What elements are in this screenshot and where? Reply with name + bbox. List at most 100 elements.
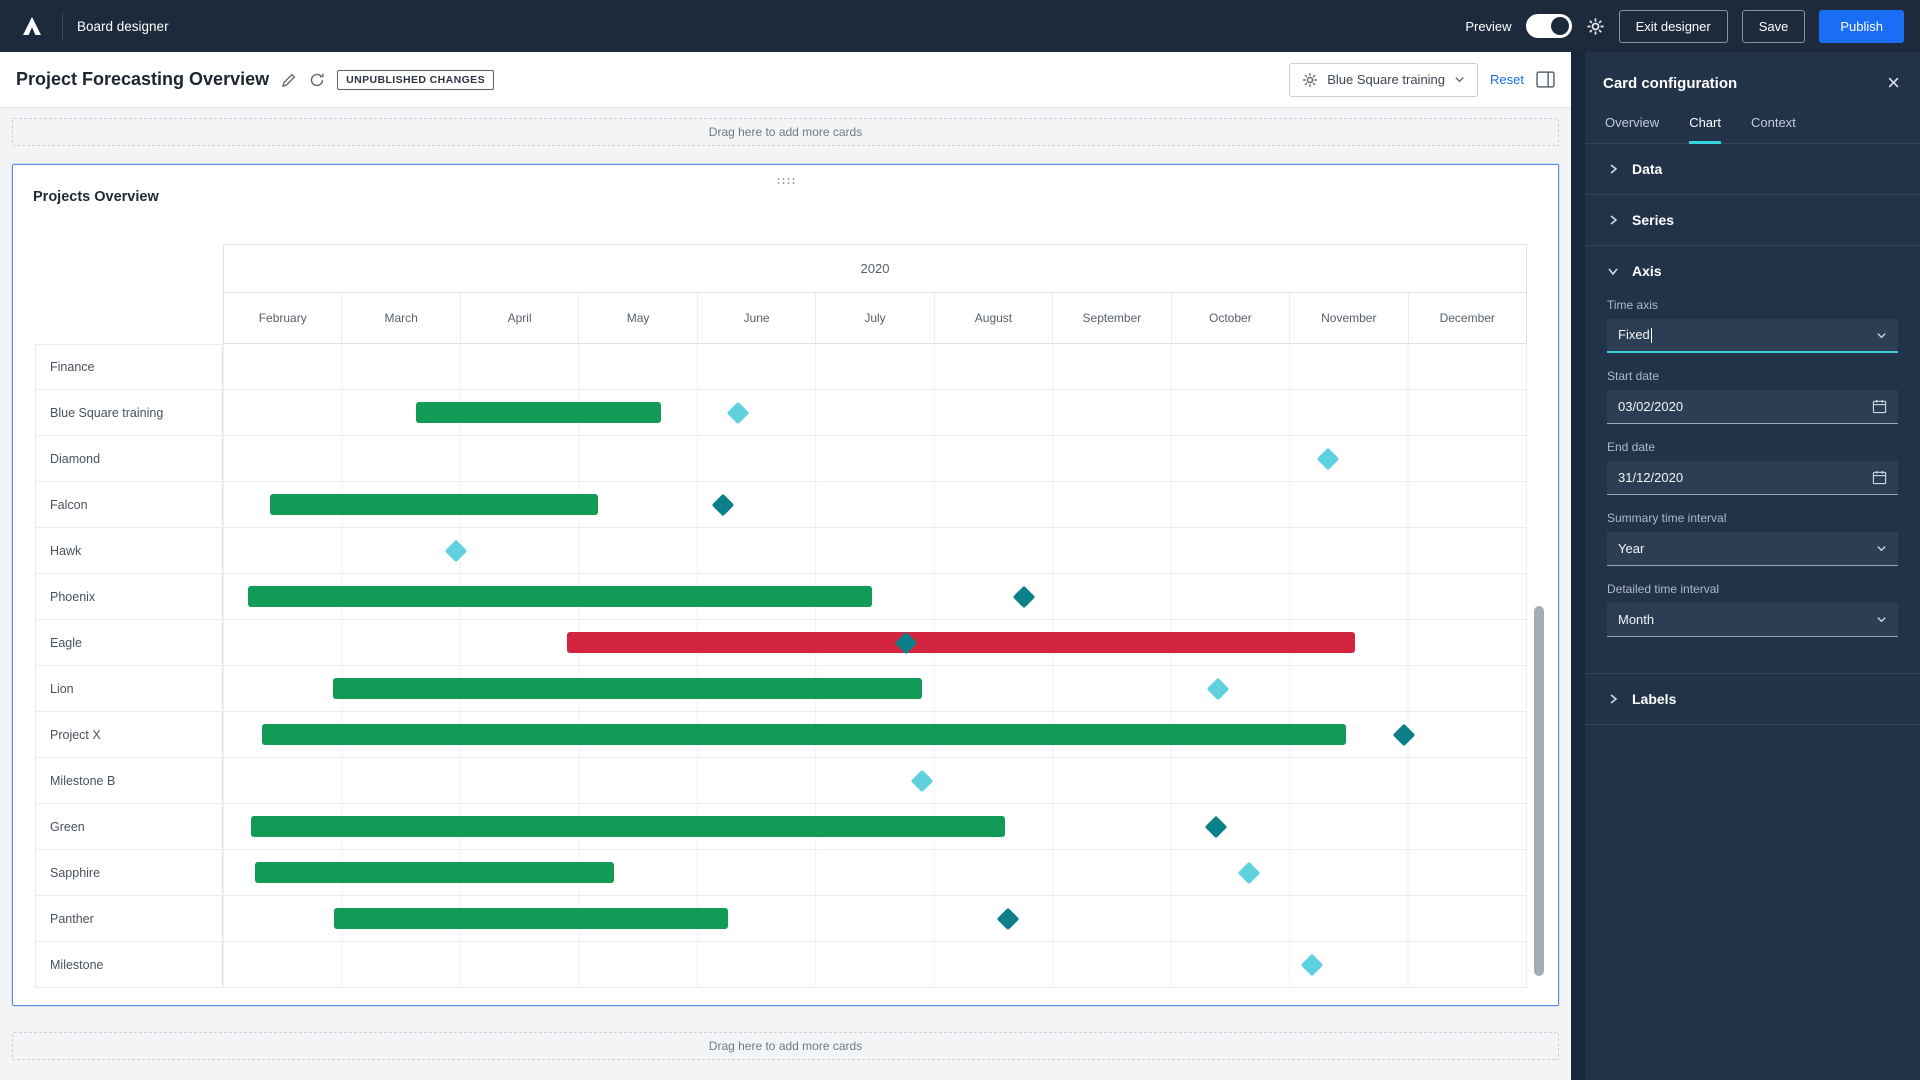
sync-icon[interactable] xyxy=(309,72,325,88)
date-input[interactable]: 03/02/2020 xyxy=(1607,390,1898,424)
chevron-right-icon xyxy=(1607,163,1619,175)
field-value: 31/12/2020 xyxy=(1618,470,1684,485)
context-selector[interactable]: Blue Square training xyxy=(1289,62,1479,97)
context-gear-icon xyxy=(1303,72,1318,87)
text-cursor xyxy=(1650,328,1653,344)
panel-title: Card configuration xyxy=(1603,74,1738,92)
tab-overview[interactable]: Overview xyxy=(1605,106,1659,144)
preview-toggle[interactable] xyxy=(1525,14,1572,38)
select-input[interactable]: Month xyxy=(1607,603,1898,637)
gantt-milestone-icon[interactable] xyxy=(1300,953,1323,976)
gantt-row-label: Green xyxy=(35,804,223,849)
gantt-milestone-icon[interactable] xyxy=(1204,815,1227,838)
section-series-header[interactable]: Series xyxy=(1585,195,1920,245)
gantt-row-label: Diamond xyxy=(35,436,223,481)
gantt-row-label: Milestone B xyxy=(35,758,223,803)
field-start-date: Start date 03/02/2020 xyxy=(1607,369,1898,424)
gantt-row: Sapphire xyxy=(35,850,1527,896)
month-header: February xyxy=(224,293,343,343)
close-icon[interactable]: × xyxy=(1887,72,1900,94)
gantt-bar[interactable] xyxy=(416,402,662,423)
gantt-row: Eagle xyxy=(35,620,1527,666)
gantt-milestone-icon[interactable] xyxy=(1206,677,1230,700)
month-header: July xyxy=(816,293,935,343)
gantt-bar[interactable] xyxy=(251,816,1005,837)
select-input[interactable]: Fixed xyxy=(1607,319,1898,353)
gantt-bar[interactable] xyxy=(270,494,599,515)
date-input[interactable]: 31/12/2020 xyxy=(1607,461,1898,495)
section-axis: Axis Time axis Fixed Start date 03/02/2020 E… xyxy=(1585,246,1920,674)
collapse-panel-icon[interactable] xyxy=(1536,71,1555,88)
tab-chart[interactable]: Chart xyxy=(1689,106,1721,144)
save-button[interactable]: Save xyxy=(1741,9,1806,43)
select-input[interactable]: Year xyxy=(1607,532,1898,566)
gantt-milestone-icon[interactable] xyxy=(726,401,750,424)
anaplan-logo-icon[interactable] xyxy=(16,10,48,42)
month-header: October xyxy=(1172,293,1291,343)
scrollbar-thumb[interactable] xyxy=(1534,606,1544,976)
exit-designer-button[interactable]: Exit designer xyxy=(1618,9,1728,43)
board-subheader: Project Forecasting Overview UNPUBLISHED… xyxy=(0,52,1571,108)
section-axis-header[interactable]: Axis xyxy=(1585,246,1920,296)
gantt-milestone-icon[interactable] xyxy=(1012,585,1036,608)
gantt-row-label: Panther xyxy=(35,896,223,941)
dropzone-top[interactable]: Drag here to add more cards xyxy=(12,118,1559,146)
topbar: Board designer Preview Exit designer Sav… xyxy=(0,0,1920,52)
gantt-row-label: Project X xyxy=(35,712,223,757)
gantt-row-lane xyxy=(223,620,1527,665)
gantt-bar[interactable] xyxy=(566,632,1356,653)
gantt-bar[interactable] xyxy=(334,908,728,929)
month-header: November xyxy=(1290,293,1409,343)
field-summary-time-interval: Summary time interval Year xyxy=(1607,511,1898,566)
gantt-row: Lion xyxy=(35,666,1527,712)
gantt-row-lane xyxy=(223,528,1527,573)
card-drag-handle-icon[interactable] xyxy=(775,177,796,185)
gantt-milestone-icon[interactable] xyxy=(1316,447,1340,470)
board-title: Project Forecasting Overview xyxy=(16,69,270,89)
chevron-down-icon xyxy=(1876,614,1887,625)
gantt-row-label: Sapphire xyxy=(35,850,223,895)
edit-pencil-icon[interactable] xyxy=(281,72,297,88)
gantt-year-header: 2020 xyxy=(223,244,1527,293)
projects-overview-card[interactable]: Projects Overview 2020 February March Apri… xyxy=(12,164,1559,1006)
section-data-header[interactable]: Data xyxy=(1585,144,1920,194)
field-label: End date xyxy=(1607,440,1656,454)
gantt-row-lane xyxy=(223,712,1527,757)
publish-button[interactable]: Publish xyxy=(1819,9,1904,43)
gantt-milestone-icon[interactable] xyxy=(997,907,1020,930)
gantt-row: Phoenix xyxy=(35,574,1527,620)
gantt-row: Hawk xyxy=(35,528,1527,574)
gantt-body: Finance Blue Square training Diamond Falcon… xyxy=(35,344,1527,988)
section-label: Labels xyxy=(1632,691,1677,707)
gantt-bar[interactable] xyxy=(247,586,873,607)
settings-gear-icon[interactable] xyxy=(1586,17,1605,36)
gantt-row-label: Blue Square training xyxy=(35,390,223,435)
field-label: Start date xyxy=(1607,369,1660,383)
gantt-row-label: Finance xyxy=(35,344,223,389)
chevron-down-icon xyxy=(1607,265,1619,277)
gantt-bar[interactable] xyxy=(333,678,922,699)
section-labels: Labels xyxy=(1585,674,1920,725)
gantt-milestone-icon[interactable] xyxy=(1392,723,1416,746)
gantt-bar[interactable] xyxy=(262,724,1346,745)
dropzone-bottom[interactable]: Drag here to add more cards xyxy=(12,1032,1559,1060)
toggle-knob xyxy=(1550,17,1569,35)
reset-button[interactable]: Reset xyxy=(1490,72,1524,87)
section-labels-header[interactable]: Labels xyxy=(1585,674,1920,724)
gantt-milestone-icon[interactable] xyxy=(910,769,934,792)
chevron-down-icon xyxy=(1455,77,1464,83)
gantt-milestone-icon[interactable] xyxy=(445,539,468,562)
gantt-row: Project X xyxy=(35,712,1527,758)
section-label: Series xyxy=(1632,212,1675,228)
workspace: Project Forecasting Overview UNPUBLISHED… xyxy=(0,52,1571,1080)
gantt-row-lane xyxy=(223,390,1527,435)
gantt-milestone-icon[interactable] xyxy=(711,493,735,516)
section-label: Axis xyxy=(1632,263,1662,279)
field-end-date: End date 31/12/2020 xyxy=(1607,440,1898,495)
gantt-bar[interactable] xyxy=(254,862,614,883)
tab-context[interactable]: Context xyxy=(1751,106,1796,144)
card-configuration-panel: Card configuration × Overview Chart Cont… xyxy=(1571,52,1920,1080)
gantt-milestone-icon[interactable] xyxy=(1237,861,1261,884)
field-time-axis: Time axis Fixed xyxy=(1607,298,1898,353)
gantt-chart: 2020 February March April May June July August… xyxy=(35,244,1527,988)
